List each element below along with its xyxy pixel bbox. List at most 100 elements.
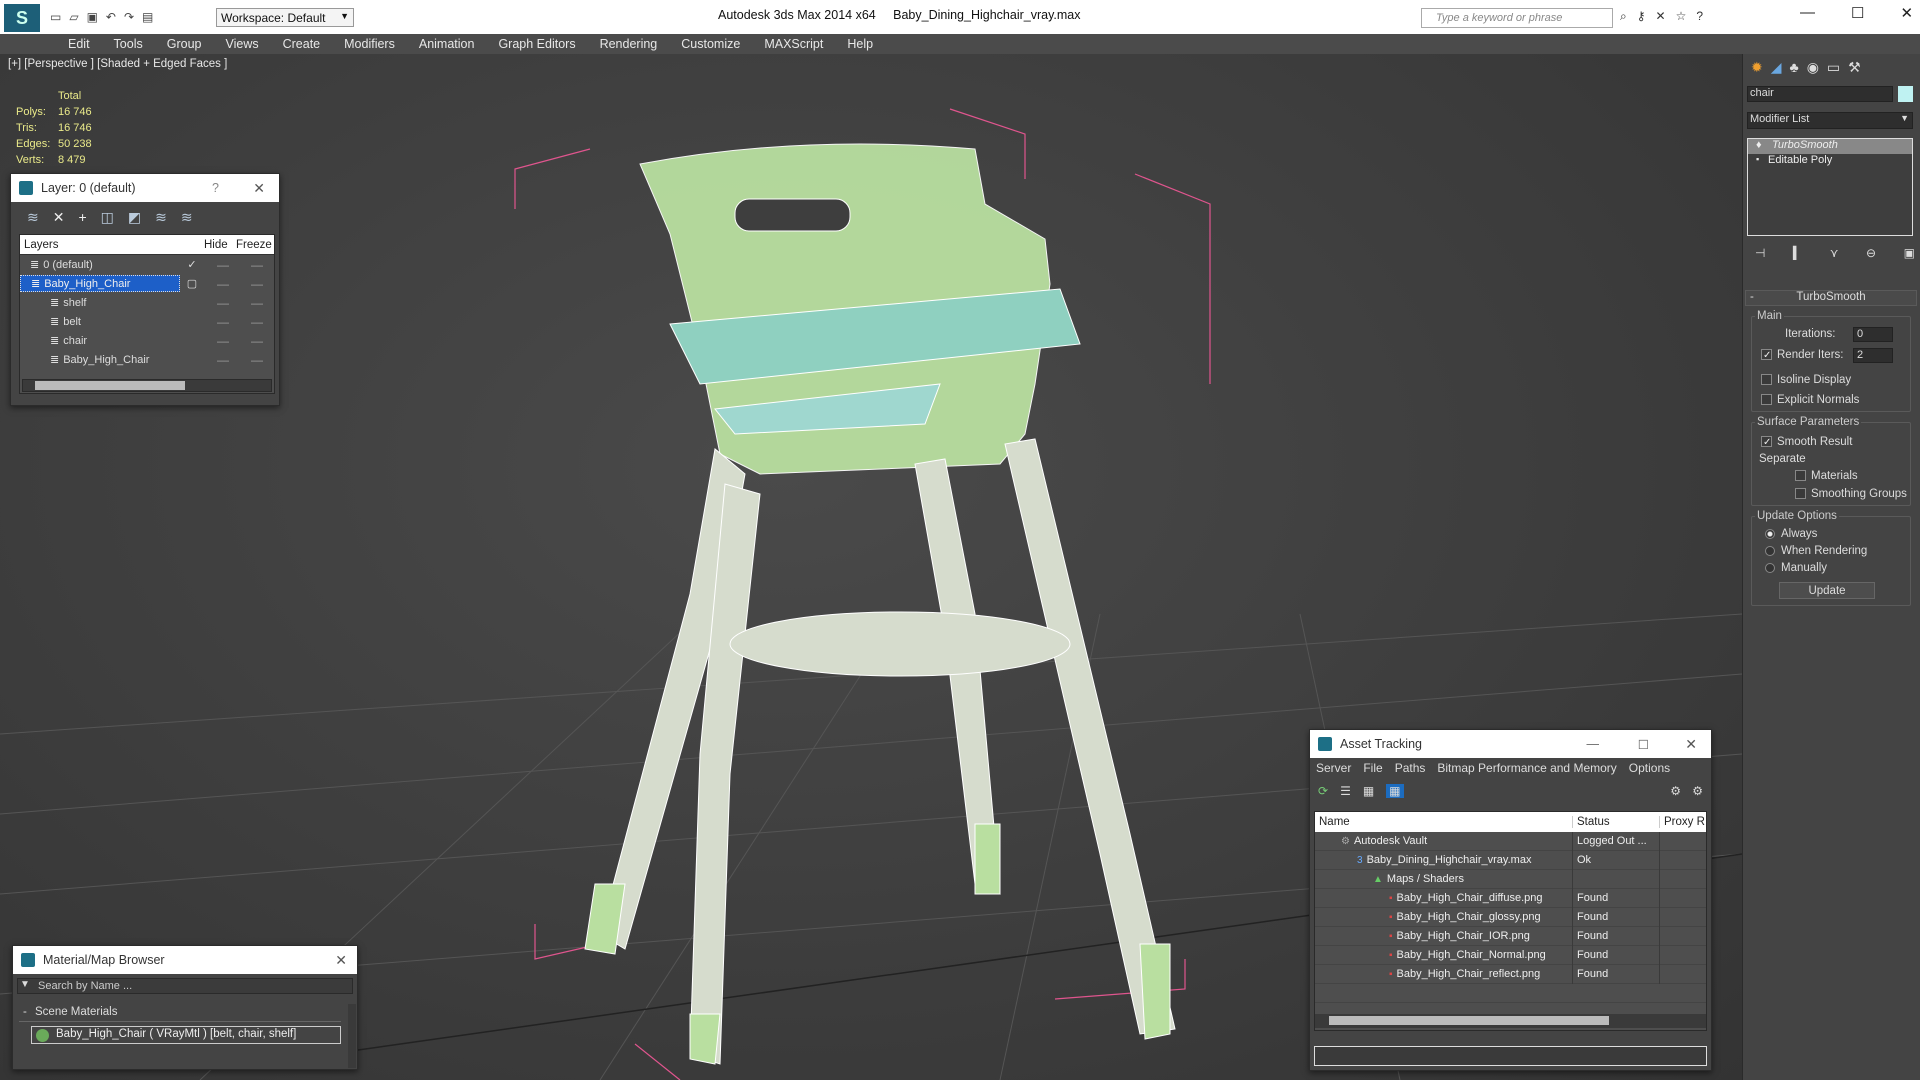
close-icon[interactable]: ✕ xyxy=(335,952,347,969)
layer-window-titlebar[interactable]: Layer: 0 (default) ? ✕ xyxy=(11,174,279,202)
asset-menu-file[interactable]: File xyxy=(1363,761,1382,775)
menu-views[interactable]: Views xyxy=(213,37,270,51)
hide-toggle[interactable]: — xyxy=(204,296,242,310)
freeze-all-icon[interactable]: ≋ xyxy=(181,209,193,226)
new-layer-icon[interactable]: ≋ xyxy=(27,209,39,226)
configure-sets-icon[interactable]: ▣ xyxy=(1904,246,1915,260)
hide-toggle[interactable]: — xyxy=(204,277,242,291)
layer-name-cell[interactable]: ≣ Baby_High_Chair xyxy=(20,275,180,292)
motion-tab-icon[interactable]: ◉ xyxy=(1807,59,1819,76)
asset-scrollbar[interactable] xyxy=(1315,1014,1706,1028)
smoothing-groups-checkbox[interactable] xyxy=(1795,488,1806,499)
freeze-toggle[interactable]: — xyxy=(242,296,272,310)
asset-row[interactable]: ▲ Maps / Shaders xyxy=(1315,869,1706,889)
filter-icon[interactable]: ▼ xyxy=(20,979,30,990)
star-icon[interactable]: ☆ xyxy=(1676,9,1687,24)
layer-row[interactable]: ≣ 0 (default) ✓ — — xyxy=(20,255,274,274)
tools-icon[interactable]: ✕ xyxy=(1656,9,1666,24)
scene-materials-header[interactable]: - Scene Materials xyxy=(19,1006,341,1022)
close-icon[interactable]: ✕ xyxy=(1900,4,1913,22)
menu-edit[interactable]: Edit xyxy=(56,37,102,51)
new-file-icon[interactable]: ▭ xyxy=(50,10,61,24)
add-to-layer-icon[interactable]: + xyxy=(78,209,86,225)
asset-row[interactable]: ⚙ Autodesk Vault Logged Out ... xyxy=(1315,831,1706,851)
utilities-tab-icon[interactable]: ⚒ xyxy=(1848,59,1861,76)
always-radio[interactable] xyxy=(1765,529,1775,539)
explicit-normals-checkbox[interactable] xyxy=(1761,394,1772,405)
modify-tab-icon[interactable]: ◢ xyxy=(1771,59,1782,76)
col-status[interactable]: Status xyxy=(1573,816,1660,828)
hide-toggle[interactable]: — xyxy=(204,258,242,272)
minimize-icon[interactable]: — xyxy=(1800,4,1815,22)
scroll-thumb[interactable] xyxy=(1329,1016,1609,1025)
material-search[interactable]: ▼ Search by Name ... xyxy=(17,978,353,994)
tree-view-icon[interactable]: ▦ xyxy=(1363,784,1374,798)
render-iters-spinner[interactable]: 2 xyxy=(1853,348,1893,363)
stack-item-turbosmooth[interactable]: ♦ TurboSmooth xyxy=(1748,139,1912,154)
delete-layer-icon[interactable]: ✕ xyxy=(53,209,65,226)
layer-row[interactable]: ≣ chair — — xyxy=(20,331,274,350)
modifier-list-dropdown[interactable]: Modifier List ▼ xyxy=(1747,112,1913,129)
pin-stack-icon[interactable]: ⊣ xyxy=(1755,246,1765,260)
viewport-label[interactable]: [+] [Perspective ] [Shaded + Edged Faces… xyxy=(8,58,227,70)
col-name[interactable]: Name xyxy=(1315,816,1573,828)
project-folder-icon[interactable]: ▤ xyxy=(142,10,153,24)
render-iters-checkbox[interactable] xyxy=(1761,349,1772,360)
hide-toggle[interactable]: — xyxy=(204,353,242,367)
save-icon[interactable]: ▣ xyxy=(87,10,98,24)
layer-row[interactable]: ≣ belt — — xyxy=(20,312,274,331)
col-hide[interactable]: Hide xyxy=(204,239,236,251)
layer-row[interactable]: ≣ shelf — — xyxy=(20,293,274,312)
table-view-icon[interactable]: ▦ xyxy=(1386,784,1404,798)
asset-row[interactable]: ▪ Baby_High_Chair_glossy.png Found xyxy=(1315,907,1706,927)
menu-animation[interactable]: Animation xyxy=(407,37,487,51)
menu-modifiers[interactable]: Modifiers xyxy=(332,37,407,51)
asset-row[interactable]: ▪ Baby_High_Chair_Normal.png Found xyxy=(1315,945,1706,965)
app-logo-icon[interactable]: S xyxy=(4,4,40,32)
object-color-swatch[interactable] xyxy=(1898,86,1913,102)
freeze-toggle[interactable]: — xyxy=(242,353,272,367)
menu-tools[interactable]: Tools xyxy=(102,37,155,51)
materials-checkbox[interactable] xyxy=(1795,470,1806,481)
stack-item-editable-poly[interactable]: ▪ Editable Poly xyxy=(1748,154,1912,169)
asset-row[interactable]: ▪ Baby_High_Chair_diffuse.png Found xyxy=(1315,888,1706,908)
help-button[interactable]: ? xyxy=(212,181,219,195)
make-unique-icon[interactable]: ⋎ xyxy=(1830,246,1839,260)
scroll-thumb[interactable] xyxy=(35,381,185,390)
menu-help[interactable]: Help xyxy=(835,37,885,51)
hide-toggle[interactable]: — xyxy=(204,315,242,329)
select-in-layer-icon[interactable]: ◫ xyxy=(101,209,114,226)
workspace-dropdown[interactable]: Workspace: Default ▼ xyxy=(216,8,354,27)
col-proxy[interactable]: Proxy R xyxy=(1660,816,1705,828)
asset-row[interactable]: ▪ Baby_High_Chair_reflect.png Found xyxy=(1315,964,1706,984)
material-item[interactable]: Baby_High_Chair ( VRayMtl ) [belt, chair… xyxy=(31,1026,341,1044)
asset-tracking-titlebar[interactable]: Asset Tracking — ☐ ✕ xyxy=(1310,730,1711,758)
menu-graph-editors[interactable]: Graph Editors xyxy=(486,37,587,51)
close-icon[interactable]: ✕ xyxy=(253,180,265,197)
undo-icon[interactable]: ↶ xyxy=(106,10,116,24)
freeze-toggle[interactable]: — xyxy=(242,315,272,329)
menu-group[interactable]: Group xyxy=(155,37,214,51)
menu-maxscript[interactable]: MAXScript xyxy=(752,37,835,51)
layer-row[interactable]: ≣ Baby_High_Chair — — xyxy=(20,350,274,369)
current-layer-check[interactable]: ✓ xyxy=(180,258,204,271)
manually-radio[interactable] xyxy=(1765,563,1775,573)
maximize-icon[interactable]: ☐ xyxy=(1851,4,1864,22)
material-scrollbar[interactable] xyxy=(348,1004,356,1068)
layer-name-cell[interactable]: ≣ belt xyxy=(20,313,180,330)
menu-customize[interactable]: Customize xyxy=(669,37,752,51)
freeze-toggle[interactable]: — xyxy=(242,258,272,272)
lightbulb-icon[interactable]: ♦ xyxy=(1756,139,1762,151)
key-icon[interactable]: ⚷ xyxy=(1637,9,1646,24)
refresh-icon[interactable]: ⟳ xyxy=(1318,784,1328,798)
remove-modifier-icon[interactable]: ⊖ xyxy=(1866,246,1876,260)
col-layers[interactable]: Layers xyxy=(20,239,204,251)
redo-icon[interactable]: ↷ xyxy=(124,10,134,24)
asset-menu-bitmap[interactable]: Bitmap Performance and Memory xyxy=(1437,761,1616,775)
hierarchy-tab-icon[interactable]: ♣ xyxy=(1790,59,1799,75)
asset-row[interactable]: 3 Baby_Dining_Highchair_vray.max Ok xyxy=(1315,850,1706,870)
infocenter-search[interactable]: Type a keyword or phrase xyxy=(1421,8,1613,28)
close-icon[interactable]: ✕ xyxy=(1685,736,1697,753)
smooth-result-checkbox[interactable] xyxy=(1761,436,1772,447)
menu-rendering[interactable]: Rendering xyxy=(588,37,670,51)
